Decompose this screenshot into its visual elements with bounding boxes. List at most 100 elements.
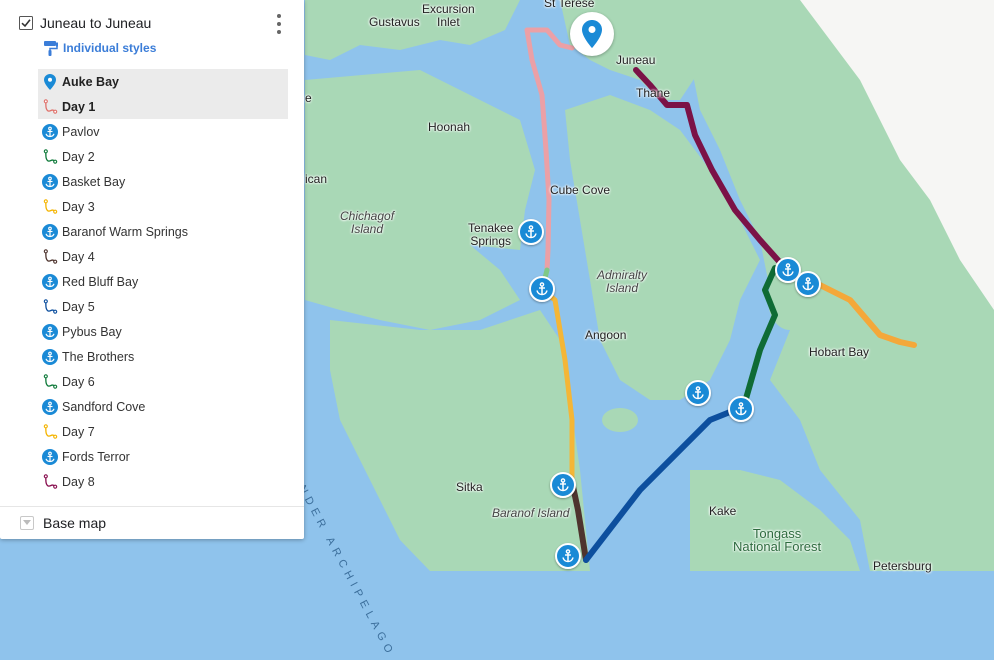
layer-item-label: Baranof Warm Springs: [62, 224, 188, 239]
label-thane: Thane: [636, 86, 671, 100]
layer-item-red-bluff-bay[interactable]: Red Bluff Bay: [38, 269, 288, 294]
layer-item-label: Pybus Bay: [62, 324, 122, 339]
layer-item-day-8[interactable]: Day 8: [38, 469, 288, 494]
layer-item-day-2[interactable]: Day 2: [38, 144, 288, 169]
layer-item-label: Fords Terror: [62, 449, 130, 464]
map-marker-pavlov[interactable]: [518, 219, 544, 245]
label-excursion-inlet: Excursion Inlet: [422, 3, 475, 29]
layer-item-label: Day 6: [62, 374, 95, 389]
label-edge-ican: ican: [305, 172, 328, 186]
label-kake: Kake: [709, 504, 737, 518]
layer-item-sandford-cove[interactable]: Sandford Cove: [38, 394, 288, 419]
label-juneau: Juneau: [616, 53, 656, 67]
individual-styles-label: Individual styles: [63, 41, 157, 55]
base-map-toggle[interactable]: Base map: [0, 507, 304, 539]
map-marker-fords-terror[interactable]: [795, 271, 821, 297]
route-icon: [42, 199, 58, 215]
layer-item-label: Sandford Cove: [62, 399, 146, 414]
layer-item-the-brothers[interactable]: The Brothers: [38, 344, 288, 369]
label-baranof-island: Baranof Island: [492, 506, 570, 520]
label-hobart-bay: Hobart Bay: [809, 345, 870, 359]
anchor-icon: [802, 277, 814, 291]
layer-item-pavlov[interactable]: Pavlov: [38, 119, 288, 144]
anchor-icon: [42, 398, 58, 415]
anchor-icon: [42, 273, 58, 290]
anchor-icon: [42, 348, 58, 365]
label-admiralty-island: Admiralty Island: [597, 268, 648, 295]
layer-item-day-4[interactable]: Day 4: [38, 244, 288, 269]
label-cube-cove: Cube Cove: [550, 183, 611, 197]
anchor-icon: [42, 223, 58, 240]
layer-item-auke-bay[interactable]: Auke Bay: [38, 69, 288, 94]
base-map-label: Base map: [43, 515, 107, 531]
route-icon: [42, 474, 58, 490]
layer-options-icon[interactable]: [271, 14, 287, 34]
location-pin-icon: [42, 73, 58, 90]
layer-item-day-7[interactable]: Day 7: [38, 419, 288, 444]
layer-item-day-6[interactable]: Day 6: [38, 369, 288, 394]
anchor-icon: [735, 402, 747, 416]
layer-item-label: Day 5: [62, 299, 95, 314]
label-chichagof-island: Chichagof Island: [340, 209, 395, 236]
label-tenakee-springs: Tenakee Springs: [468, 221, 514, 248]
map-marker-basket-bay[interactable]: [529, 276, 555, 302]
map-marker-auke-bay[interactable]: [570, 12, 614, 56]
layer-item-basket-bay[interactable]: Basket Bay: [38, 169, 288, 194]
layer-item-baranof-warm-springs[interactable]: Baranof Warm Springs: [38, 219, 288, 244]
route-icon: [42, 149, 58, 165]
layer-item-day-1[interactable]: Day 1: [38, 94, 288, 119]
paint-roller-icon: [44, 41, 58, 56]
layer-item-label: Basket Bay: [62, 174, 126, 189]
layer-title[interactable]: Juneau to Juneau: [40, 15, 151, 31]
location-pin-icon: [582, 20, 602, 48]
anchor-icon: [42, 448, 58, 465]
label-st-terese: St Terese: [544, 0, 595, 10]
route-icon: [42, 424, 58, 440]
layer-visibility-checkbox[interactable]: [19, 16, 33, 30]
layer-item-label: Day 7: [62, 424, 95, 439]
map-marker-red-bluff-bay[interactable]: [555, 543, 581, 569]
layers-panel: Juneau to Juneau Individual styles Auke …: [0, 0, 304, 539]
layer-items-list: Auke Bay Day 1 Pavlov Day 2 Basket Bay Day 3 B…: [38, 69, 288, 494]
layer-item-label: Day 2: [62, 149, 95, 164]
route-icon: [42, 299, 58, 315]
route-icon: [42, 99, 58, 115]
layer-item-day-3[interactable]: Day 3: [38, 194, 288, 219]
map-marker-pybus-bay[interactable]: [685, 380, 711, 406]
route-icon: [42, 249, 58, 265]
label-inlet: Inlet: [437, 15, 460, 29]
anchor-icon: [557, 478, 569, 492]
anchor-icon: [42, 173, 58, 190]
layer-header: Juneau to Juneau Individual styles: [0, 0, 304, 60]
layer-item-fords-terror[interactable]: Fords Terror: [38, 444, 288, 469]
label-sitka: Sitka: [456, 480, 483, 494]
label-tongass-national-forest: Tongass National Forest: [733, 526, 822, 554]
layer-item-label: Auke Bay: [62, 74, 119, 89]
layer-item-label: Day 8: [62, 474, 95, 489]
anchor-icon: [692, 386, 704, 400]
layer-item-label: Day 1: [62, 99, 96, 114]
label-gustavus: Gustavus: [369, 15, 420, 29]
individual-styles-button[interactable]: Individual styles: [43, 40, 156, 56]
layer-item-label: Red Bluff Bay: [62, 274, 139, 289]
anchor-icon: [782, 263, 794, 277]
layer-item-label: Day 4: [62, 249, 95, 264]
label-excursion: Excursion: [422, 2, 475, 16]
label-hoonah: Hoonah: [428, 120, 471, 134]
anchor-icon: [42, 123, 58, 140]
route-icon: [42, 374, 58, 390]
layer-item-day-5[interactable]: Day 5: [38, 294, 288, 319]
map-marker-baranof-warm-springs[interactable]: [550, 472, 576, 498]
label-petersburg: Petersburg: [873, 559, 932, 573]
chevron-down-icon: [20, 516, 34, 530]
map-marker-the-brothers[interactable]: [728, 396, 754, 422]
layer-item-pybus-bay[interactable]: Pybus Bay: [38, 319, 288, 344]
layer-item-label: Pavlov: [62, 124, 100, 139]
anchor-icon: [42, 323, 58, 340]
label-angoon: Angoon: [585, 328, 627, 342]
layer-item-label: The Brothers: [62, 349, 135, 364]
layer-item-label: Day 3: [62, 199, 95, 214]
label-edge-e: e: [305, 91, 312, 105]
anchor-icon: [525, 225, 537, 239]
anchor-icon: [562, 549, 574, 563]
